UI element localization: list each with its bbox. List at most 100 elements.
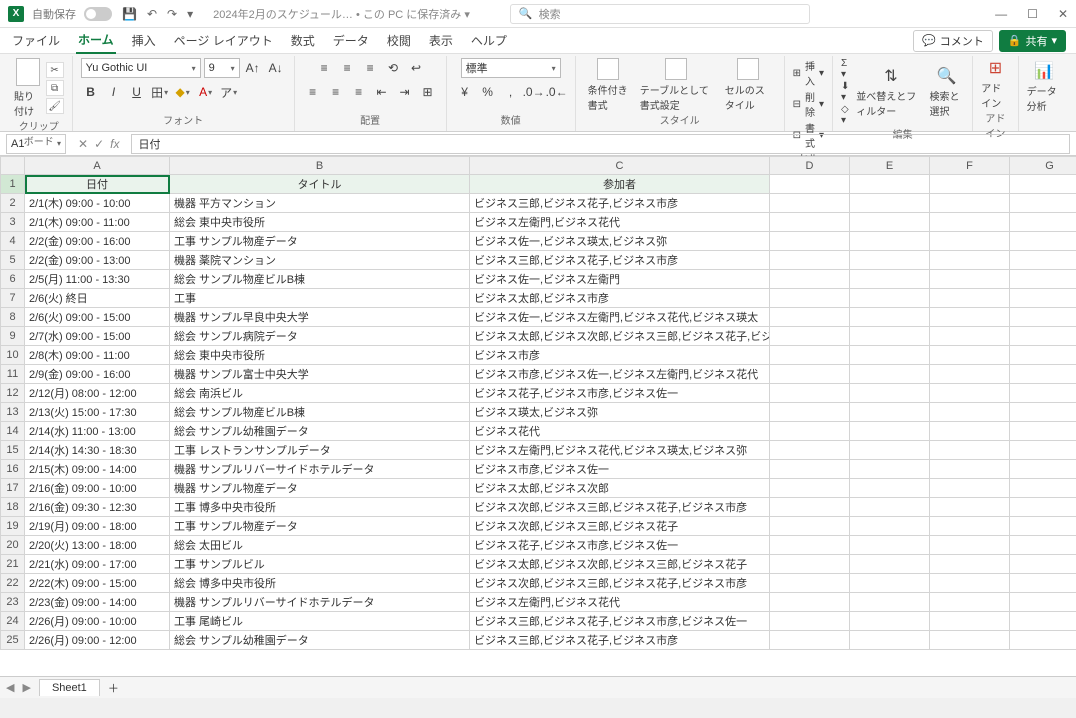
fx-icon[interactable]: fx [110, 137, 119, 151]
qat-dropdown-icon[interactable]: ▾ [187, 7, 193, 21]
cell[interactable] [1010, 593, 1076, 612]
col-header-F[interactable]: F [930, 157, 1010, 175]
tab-insert[interactable]: 挿入 [130, 28, 158, 53]
cell[interactable] [930, 213, 1010, 232]
cell[interactable]: 総会 東中央市役所 [170, 346, 470, 365]
cell[interactable] [1010, 536, 1076, 555]
cell[interactable] [930, 479, 1010, 498]
font-name-select[interactable]: Yu Gothic UI▾ [81, 58, 201, 78]
spreadsheet-grid[interactable]: A B C D E F G 1 日付 タイトル 参加者 22/1(木) 09:0… [0, 156, 1076, 676]
cell[interactable] [930, 517, 1010, 536]
cell[interactable] [930, 403, 1010, 422]
bold-button[interactable]: B [81, 82, 101, 102]
row-header[interactable]: 7 [1, 289, 25, 308]
align-middle-icon[interactable]: ≡ [337, 58, 357, 78]
cell[interactable]: ビジネス左衛門,ビジネス花代 [470, 593, 770, 612]
cell[interactable] [1010, 194, 1076, 213]
maximize-button[interactable]: ☐ [1027, 7, 1038, 21]
cell[interactable] [770, 213, 850, 232]
cell[interactable] [1010, 308, 1076, 327]
close-button[interactable]: ✕ [1058, 7, 1068, 21]
cell[interactable]: 2/14(水) 14:30 - 18:30 [25, 441, 170, 460]
cell[interactable]: 2/16(金) 09:00 - 10:00 [25, 479, 170, 498]
row-header[interactable]: 18 [1, 498, 25, 517]
formula-input[interactable]: 日付 [131, 134, 1070, 154]
cell[interactable] [770, 555, 850, 574]
cell[interactable] [770, 365, 850, 384]
cell[interactable]: ビジネス左衛門,ビジネス花代 [470, 213, 770, 232]
row-header[interactable]: 1 [1, 175, 25, 194]
decrease-font-icon[interactable]: A↓ [266, 58, 286, 78]
cell[interactable]: 総会 サンプル物産ビルB棟 [170, 270, 470, 289]
col-header-B[interactable]: B [170, 157, 470, 175]
cell[interactable] [850, 555, 930, 574]
delete-cells-button[interactable]: ⊟ 削除 ▾ [793, 89, 824, 119]
cell[interactable]: ビジネス左衛門,ビジネス花代,ビジネス瑛太,ビジネス弥 [470, 441, 770, 460]
row-header[interactable]: 10 [1, 346, 25, 365]
cell[interactable] [1010, 517, 1076, 536]
align-center-icon[interactable]: ≡ [326, 82, 346, 102]
row-header[interactable]: 14 [1, 422, 25, 441]
cell[interactable]: 2/8(木) 09:00 - 11:00 [25, 346, 170, 365]
cell[interactable] [770, 232, 850, 251]
cell[interactable]: ビジネス佐一,ビジネス左衛門,ビジネス花代,ビジネス瑛太 [470, 308, 770, 327]
tab-page-layout[interactable]: ページ レイアウト [172, 28, 275, 53]
cell[interactable] [850, 365, 930, 384]
comments-button[interactable]: 💬 コメント [913, 30, 993, 52]
cell[interactable]: 2/14(水) 11:00 - 13:00 [25, 422, 170, 441]
cell[interactable]: ビジネス三郎,ビジネス花子,ビジネス市彦,ビジネス佐一 [470, 612, 770, 631]
cell[interactable]: ビジネス太郎,ビジネス次郎 [470, 479, 770, 498]
cell[interactable] [770, 194, 850, 213]
cell[interactable] [850, 346, 930, 365]
cell[interactable] [850, 517, 930, 536]
cell[interactable]: ビジネス次郎,ビジネス三郎,ビジネス花子,ビジネス市彦 [470, 498, 770, 517]
cell[interactable] [770, 251, 850, 270]
add-sheet-button[interactable]: ＋ [108, 680, 119, 696]
fill-color-button[interactable]: ◆▾ [173, 82, 193, 102]
cell[interactable] [850, 175, 930, 194]
cell[interactable]: 2/26(月) 09:00 - 12:00 [25, 631, 170, 650]
cell[interactable]: ビジネス花代 [470, 422, 770, 441]
cell[interactable]: 2/19(月) 09:00 - 18:00 [25, 517, 170, 536]
cell[interactable] [770, 403, 850, 422]
cell[interactable] [770, 308, 850, 327]
cell[interactable] [770, 517, 850, 536]
cell[interactable]: 工事 博多中央市役所 [170, 498, 470, 517]
decrease-decimal-icon[interactable]: .0← [547, 82, 567, 102]
cell[interactable] [930, 441, 1010, 460]
increase-decimal-icon[interactable]: .0→ [524, 82, 544, 102]
cell[interactable] [770, 631, 850, 650]
cell[interactable]: 2/23(金) 09:00 - 14:00 [25, 593, 170, 612]
row-header[interactable]: 16 [1, 460, 25, 479]
paste-button[interactable]: 貼り付け [14, 58, 42, 118]
cell[interactable] [850, 327, 930, 346]
cell[interactable] [850, 213, 930, 232]
row-header[interactable]: 20 [1, 536, 25, 555]
cell[interactable] [1010, 612, 1076, 631]
cell[interactable]: ビジネス市彦,ビジネス佐一,ビジネス左衛門,ビジネス花代 [470, 365, 770, 384]
currency-icon[interactable]: ¥ [455, 82, 475, 102]
cell[interactable] [850, 593, 930, 612]
align-bottom-icon[interactable]: ≡ [360, 58, 380, 78]
orientation-icon[interactable]: ⟲ [383, 58, 403, 78]
tab-view[interactable]: 表示 [427, 28, 455, 53]
cell[interactable]: ビジネス太郎,ビジネス次郎,ビジネス三郎,ビジネス花子,ビジネス市彦,ビジネス佐… [470, 327, 770, 346]
cell[interactable] [770, 612, 850, 631]
cell[interactable] [1010, 441, 1076, 460]
enter-formula-icon[interactable]: ✓ [94, 137, 104, 151]
cell[interactable]: 機器 サンプルリバーサイドホテルデータ [170, 593, 470, 612]
find-select-button[interactable]: 🔍検索と選択 [930, 66, 965, 118]
cell[interactable]: 工事 サンプル物産データ [170, 517, 470, 536]
cell[interactable]: ビジネス次郎,ビジネス三郎,ビジネス花子 [470, 517, 770, 536]
cell[interactable]: 総会 サンプル病院データ [170, 327, 470, 346]
cell[interactable] [1010, 574, 1076, 593]
cell[interactable]: 2/12(月) 08:00 - 12:00 [25, 384, 170, 403]
cell[interactable] [930, 346, 1010, 365]
row-header[interactable]: 9 [1, 327, 25, 346]
align-left-icon[interactable]: ≡ [303, 82, 323, 102]
sort-filter-button[interactable]: ⇅並べ替えとフィルター [856, 66, 925, 118]
cell[interactable] [930, 498, 1010, 517]
format-painter-icon[interactable]: 🖌 [46, 98, 64, 114]
row-header[interactable]: 8 [1, 308, 25, 327]
row-header[interactable]: 17 [1, 479, 25, 498]
